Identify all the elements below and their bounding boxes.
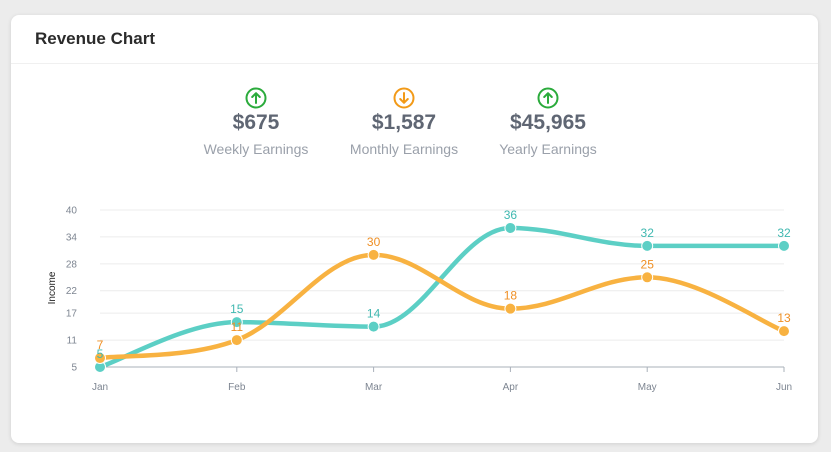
y-tick-label: 17 bbox=[66, 309, 78, 320]
series-1-data-label: 32 bbox=[641, 226, 655, 240]
y-tick-label: 5 bbox=[71, 363, 77, 374]
series-2-point bbox=[504, 302, 517, 315]
series-2-line bbox=[97, 252, 787, 361]
x-tick-label: Mar bbox=[365, 382, 383, 393]
y-tick-label: 40 bbox=[66, 206, 78, 217]
x-tick-label: May bbox=[638, 382, 657, 393]
series-1-data-label: 36 bbox=[504, 208, 518, 222]
series-2-data-label: 11 bbox=[231, 320, 244, 334]
series-1-point bbox=[778, 239, 790, 252]
series-2-point bbox=[230, 334, 243, 347]
series-1-point bbox=[367, 320, 380, 333]
series-1-point bbox=[641, 239, 654, 252]
series-2-data-label: 30 bbox=[367, 235, 381, 249]
series-2-point bbox=[367, 248, 380, 261]
x-tick-label: Jun bbox=[776, 382, 792, 393]
series-1-data-label: 14 bbox=[367, 307, 381, 321]
series-2-point bbox=[641, 271, 654, 284]
y-tick-label: 11 bbox=[67, 336, 78, 347]
series-2-data-label: 7 bbox=[97, 338, 104, 352]
x-tick-label: Apr bbox=[503, 382, 519, 393]
y-tick-label: 22 bbox=[66, 286, 78, 297]
revenue-line-chart: 5111722283440Jan Feb Mar Apr May JunIncome515… bbox=[47, 206, 792, 394]
y-tick-label: 28 bbox=[66, 259, 78, 270]
series-1-data-label: 32 bbox=[777, 226, 791, 240]
series-2-data-label: 18 bbox=[504, 289, 518, 303]
series-2-data-label: 25 bbox=[641, 257, 655, 271]
series-1-point bbox=[504, 221, 517, 234]
series-1-data-label: 15 bbox=[230, 302, 244, 316]
x-tick-label: Feb bbox=[228, 382, 246, 393]
y-tick-label: 34 bbox=[66, 232, 78, 243]
series-2-data-label: 13 bbox=[777, 311, 791, 325]
series-2-point bbox=[778, 325, 790, 338]
x-tick-label: Jan bbox=[92, 382, 108, 393]
series-1-line bbox=[97, 225, 787, 370]
y-axis-title: Income bbox=[47, 271, 58, 304]
